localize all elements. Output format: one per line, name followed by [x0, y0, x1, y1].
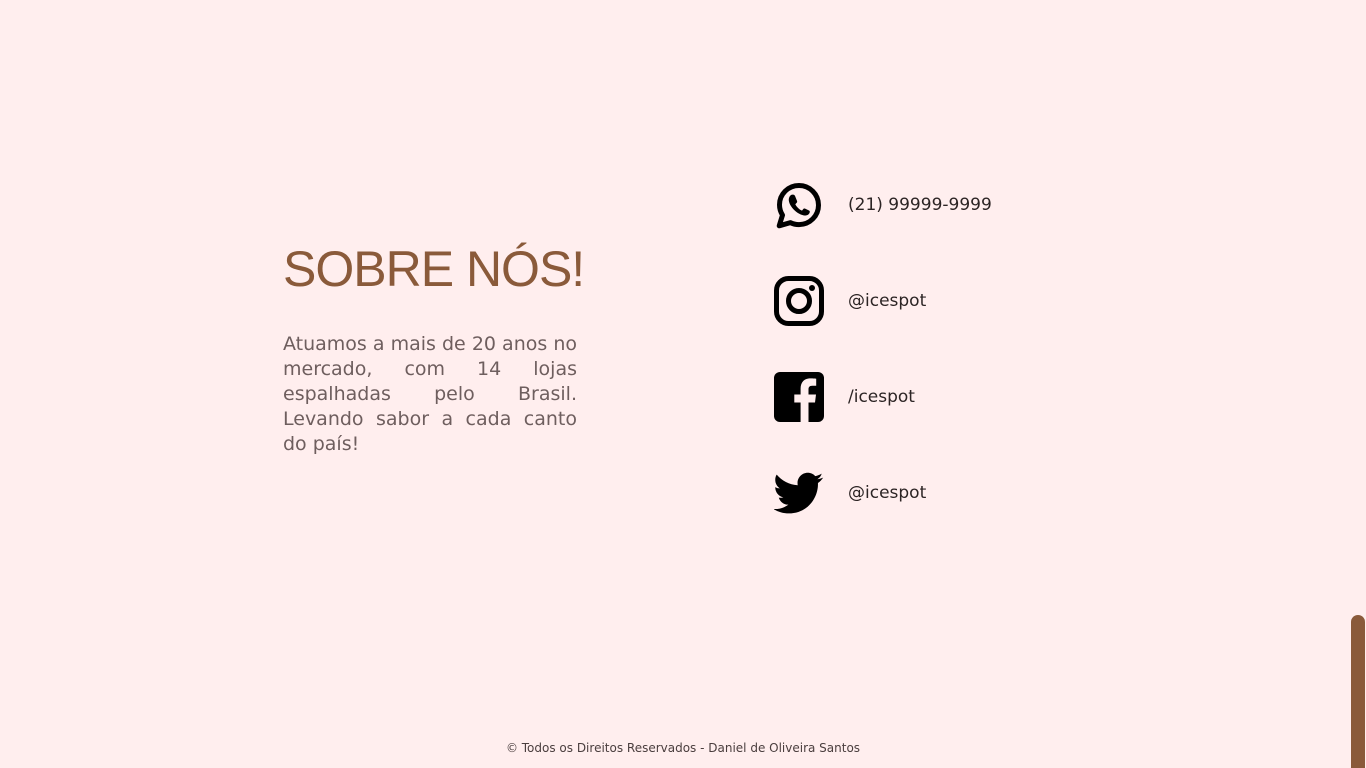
whatsapp-label[interactable]: (21) 99999-9999 — [848, 195, 992, 215]
contact-item-twitter[interactable]: @icespot — [774, 468, 992, 518]
scrollbar-thumb[interactable] — [1351, 615, 1365, 768]
contact-list: (21) 99999-9999 @icespot /icespot @icesp… — [774, 180, 992, 564]
instagram-icon[interactable] — [774, 276, 824, 326]
twitter-label[interactable]: @icespot — [848, 483, 926, 503]
contact-item-facebook[interactable]: /icespot — [774, 372, 992, 422]
instagram-label[interactable]: @icespot — [848, 291, 926, 311]
facebook-label[interactable]: /icespot — [848, 387, 915, 407]
contact-item-whatsapp[interactable]: (21) 99999-9999 — [774, 180, 992, 230]
about-section: SOBRE NÓS! Atuamos a mais de 20 anos no … — [283, 238, 585, 457]
about-description: Atuamos a mais de 20 anos no mercado, co… — [283, 333, 577, 455]
twitter-icon[interactable] — [774, 468, 824, 518]
contact-item-instagram[interactable]: @icespot — [774, 276, 992, 326]
footer-copyright: © Todos os Direitos Reservados - Daniel … — [505, 741, 861, 755]
about-title: SOBRE NÓS! — [283, 241, 585, 297]
whatsapp-icon[interactable] — [774, 180, 824, 230]
facebook-icon[interactable] — [774, 372, 824, 422]
